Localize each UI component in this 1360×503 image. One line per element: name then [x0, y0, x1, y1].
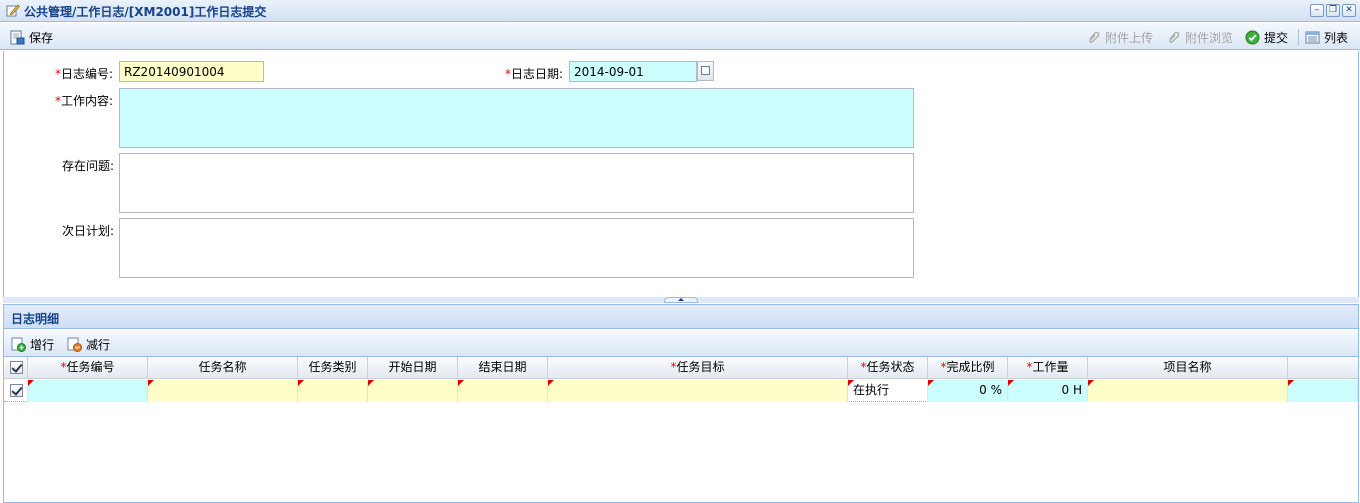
completion-ratio-cell[interactable]: 0 % — [928, 380, 1008, 402]
restore-button[interactable]: ❐ — [1326, 4, 1340, 17]
task-no-cell[interactable] — [28, 380, 148, 402]
close-button[interactable]: ✕ — [1342, 4, 1356, 17]
paperclip-icon — [1169, 31, 1180, 43]
work-content-label: *工作内容: — [55, 94, 114, 108]
delete-row-label: 减行 — [86, 337, 111, 352]
add-row-label: 增行 — [30, 337, 55, 352]
checkbox-icon — [10, 361, 23, 374]
col-header[interactable]: *完成比例 — [928, 357, 1008, 379]
submit-button[interactable]: 提交 — [1245, 28, 1288, 46]
collapse-toggle[interactable] — [664, 297, 698, 303]
window-title: 公共管理/工作日志/[XM2001]工作日志提交 — [24, 5, 267, 19]
issues-textarea[interactable] — [119, 153, 914, 213]
col-header[interactable]: *任务目标 — [548, 357, 848, 379]
toolbar-divider — [1298, 29, 1299, 45]
row-checkbox[interactable] — [4, 380, 28, 402]
table-row[interactable]: 在执行 0 % 0 H — [4, 380, 1358, 402]
attachment-upload-label: 附件上传 — [1105, 30, 1154, 45]
next-plan-label: 次日计划: — [62, 224, 115, 238]
task-name-cell[interactable] — [148, 380, 298, 402]
col-header[interactable]: 项目名称 — [1088, 357, 1288, 379]
paperclip-icon — [1089, 31, 1100, 43]
attachment-browse-button[interactable]: 附件浏览 — [1166, 28, 1233, 46]
extra-cell[interactable] — [1288, 380, 1358, 402]
add-row-icon — [11, 337, 26, 352]
date-picker-button[interactable] — [697, 61, 714, 81]
task-status-cell[interactable]: 在执行 — [848, 380, 928, 402]
workload-cell[interactable]: 0 H — [1008, 380, 1088, 402]
list-label: 列表 — [1324, 30, 1349, 45]
log-detail-panel: 日志明细 增行 减行 *任务编号 任务名称 任务类别 开始日期 结束日期 *任务… — [3, 304, 1359, 503]
task-type-cell[interactable] — [298, 380, 368, 402]
check-circle-icon — [1245, 30, 1260, 44]
window-titlebar: 公共管理/工作日志/[XM2001]工作日志提交 – ❐ ✕ — [0, 0, 1360, 22]
issues-label: 存在问题: — [62, 159, 115, 173]
start-date-cell[interactable] — [368, 380, 458, 402]
edit-pencil-icon — [6, 4, 20, 17]
list-button[interactable]: 列表 — [1305, 28, 1348, 46]
col-header[interactable]: *任务状态 — [848, 357, 928, 379]
detail-panel-title: 日志明细 — [11, 312, 60, 326]
list-icon — [1305, 31, 1320, 43]
col-header[interactable]: 任务名称 — [148, 357, 298, 379]
select-all-checkbox[interactable] — [4, 357, 28, 379]
main-toolbar: 保存 附件上传 附件浏览 提交 列表 — [0, 23, 1360, 50]
col-header[interactable]: 开始日期 — [368, 357, 458, 379]
col-header[interactable]: *任务编号 — [28, 357, 148, 379]
log-no-field[interactable] — [119, 61, 264, 82]
log-date-label: *日志日期: — [505, 67, 564, 81]
delete-row-icon — [67, 337, 82, 352]
col-header[interactable]: 结束日期 — [458, 357, 548, 379]
col-header[interactable]: 任务类别 — [298, 357, 368, 379]
delete-row-button[interactable]: 减行 — [67, 335, 110, 353]
log-date-field[interactable] — [569, 61, 697, 82]
task-goal-cell[interactable] — [548, 380, 848, 402]
next-plan-textarea[interactable] — [119, 218, 914, 278]
save-icon — [10, 30, 25, 44]
submit-label: 提交 — [1264, 30, 1289, 45]
log-no-label: *日志编号: — [55, 67, 114, 81]
save-button[interactable]: 保存 — [10, 28, 53, 46]
save-label: 保存 — [29, 30, 54, 45]
project-name-cell[interactable] — [1088, 380, 1288, 402]
end-date-cell[interactable] — [458, 380, 548, 402]
add-row-button[interactable]: 增行 — [11, 335, 54, 353]
attachment-browse-label: 附件浏览 — [1185, 30, 1234, 45]
work-content-textarea[interactable] — [119, 88, 914, 148]
grid-header: *任务编号 任务名称 任务类别 开始日期 结束日期 *任务目标 *任务状态 *完… — [4, 357, 1358, 379]
col-header[interactable]: *工作量 — [1008, 357, 1088, 379]
detail-panel-header: 日志明细 — [4, 305, 1358, 329]
checkbox-icon — [10, 384, 23, 397]
attachment-upload-button[interactable]: 附件上传 — [1086, 28, 1153, 46]
detail-toolbar: 增行 减行 — [4, 330, 1358, 357]
calendar-icon — [701, 66, 710, 75]
minimize-button[interactable]: – — [1310, 4, 1324, 17]
